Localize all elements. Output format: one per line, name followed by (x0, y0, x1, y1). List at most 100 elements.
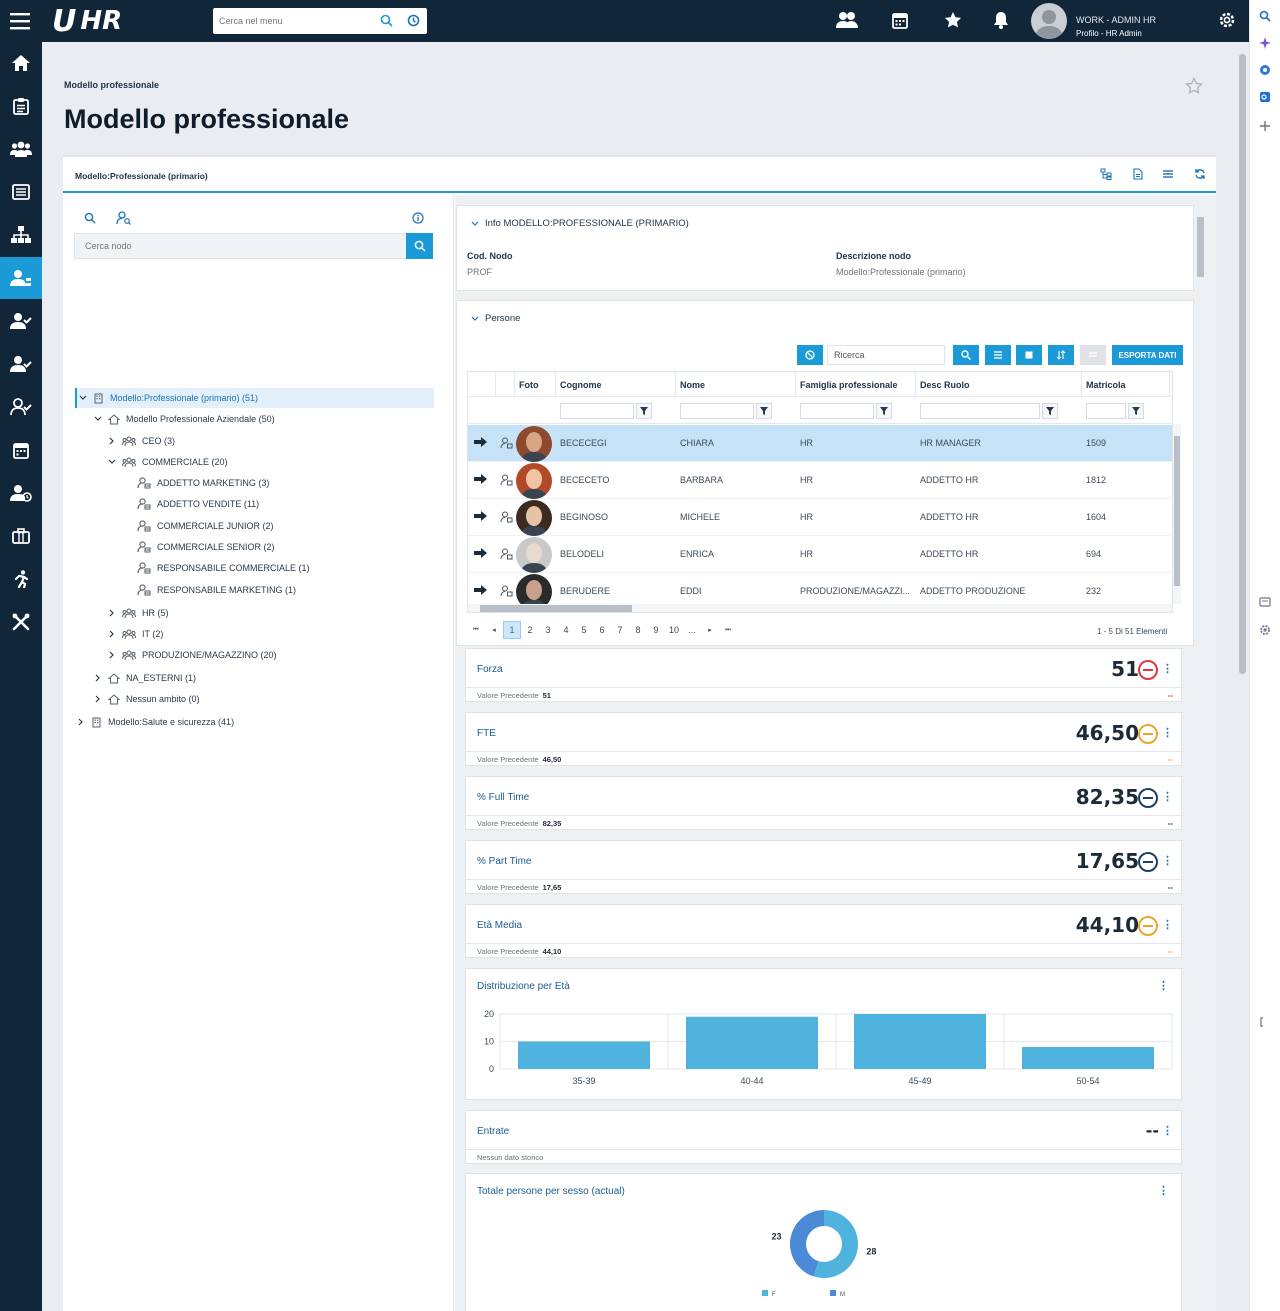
expand-icon[interactable] (1259, 1016, 1271, 1028)
sort-button[interactable] (1048, 345, 1074, 365)
legend-label[interactable]: M (840, 1292, 845, 1298)
filter-lines-icon[interactable] (1162, 168, 1174, 180)
page-button[interactable]: 9 (647, 621, 665, 639)
user-search-icon[interactable] (116, 211, 132, 225)
more-icon[interactable]: ⋮ (1162, 790, 1173, 803)
filter-input[interactable] (560, 403, 634, 419)
more-icon[interactable]: ⋮ (1162, 662, 1173, 675)
panel-icon[interactable] (1259, 596, 1271, 608)
tree-node[interactable]: HR (5) (106, 603, 169, 623)
tree-node[interactable]: RESPONSABILE COMMERCIALE (1) (121, 558, 310, 578)
menu-icon[interactable] (10, 12, 32, 30)
bar[interactable] (686, 1016, 818, 1069)
page-button[interactable]: 3 (539, 621, 557, 639)
filter-icon[interactable] (876, 403, 892, 419)
arrow-right-icon[interactable] (474, 437, 487, 447)
bell-icon[interactable] (993, 11, 1009, 29)
search-icon[interactable] (84, 212, 96, 224)
arrow-right-icon[interactable] (474, 511, 487, 521)
page-button[interactable]: 4 (557, 621, 575, 639)
history-icon[interactable] (407, 14, 420, 27)
gear-icon[interactable] (1218, 11, 1236, 29)
table-row[interactable]: BELODELI ENRICA HR ADDETTO HR 694 (468, 536, 1172, 573)
bar[interactable] (854, 1014, 986, 1069)
chevron-down-icon[interactable] (77, 395, 89, 401)
column-header[interactable]: Famiglia professionale (796, 372, 916, 396)
info-icon[interactable] (412, 212, 424, 224)
tree-node[interactable]: Modello:Salute e sicurezza (41) (75, 712, 234, 732)
column-header[interactable]: Matricola (1082, 372, 1170, 396)
filter-input[interactable] (800, 403, 874, 419)
hierarchy-icon[interactable] (1100, 168, 1112, 180)
tree-node[interactable]: COMMERCIALE (20) (106, 452, 228, 472)
breadcrumb[interactable]: Modello professionale (64, 80, 159, 90)
user-detail-icon[interactable] (500, 511, 513, 523)
document-icon[interactable] (1132, 168, 1144, 180)
export-button[interactable]: ESPORTA DATI (1112, 345, 1183, 365)
arrow-right-icon[interactable] (474, 474, 487, 484)
tree-node[interactable]: COMMERCIALE JUNIOR (2) (121, 516, 274, 536)
user-tree-icon[interactable] (0, 257, 42, 299)
filter-icon[interactable] (1042, 403, 1058, 419)
arrow-right-icon[interactable] (474, 548, 487, 558)
office-icon[interactable] (1259, 64, 1271, 76)
list-icon[interactable] (0, 171, 42, 213)
chevron-right-icon[interactable] (75, 718, 87, 726)
home-icon[interactable] (0, 42, 42, 84)
table-row[interactable]: BECECEGI CHIARA HR HR MANAGER 1509 (468, 425, 1172, 462)
user-review-icon[interactable] (0, 386, 42, 428)
column-header[interactable]: Cognome (556, 372, 676, 396)
filter-input[interactable] (1172, 403, 1173, 419)
tree-node[interactable]: Modello:Professionale (primario) (51) (75, 388, 434, 408)
column-header[interactable]: Età (1170, 372, 1172, 396)
grid-search-button[interactable] (953, 345, 979, 365)
select-all-button[interactable] (1016, 345, 1042, 365)
tree-node[interactable]: CEO (3) (106, 431, 175, 451)
chevron-right-icon[interactable] (106, 609, 118, 617)
user-detail-icon[interactable] (500, 585, 513, 597)
sparkle-icon[interactable] (1259, 37, 1271, 49)
tree-search-button[interactable] (406, 233, 433, 259)
more-icon[interactable]: ⋮ (1162, 854, 1173, 867)
briefcase-icon[interactable] (0, 515, 42, 557)
tools-icon[interactable] (0, 601, 42, 643)
chevron-right-icon[interactable] (92, 674, 104, 682)
prev-page-icon[interactable]: ◂ (485, 621, 503, 639)
add-icon[interactable] (1259, 120, 1271, 132)
tree-node[interactable]: IT (2) (106, 624, 163, 644)
tree-node[interactable]: Nessun ambito (0) (92, 689, 200, 709)
list-button[interactable] (1080, 345, 1106, 365)
page-scrollbar[interactable] (1237, 42, 1249, 1311)
chevron-right-icon[interactable] (106, 630, 118, 638)
clear-filter-button[interactable] (797, 345, 823, 365)
chevron-right-icon[interactable] (106, 437, 118, 445)
next-page-icon[interactable]: ▸ (701, 621, 719, 639)
tree-node[interactable]: COMMERCIALE SENIOR (2) (121, 537, 275, 557)
bar[interactable] (518, 1041, 650, 1070)
search-icon[interactable] (380, 14, 393, 27)
horizontal-scrollbar[interactable] (468, 604, 1172, 612)
grid-vertical-scrollbar[interactable] (1173, 424, 1181, 604)
filter-icon[interactable] (1128, 403, 1144, 419)
first-page-icon[interactable]: ⏮ (467, 621, 485, 639)
settings-icon[interactable] (1259, 624, 1271, 636)
user-clock-icon[interactable] (0, 472, 42, 514)
app-logo[interactable]: U HR (52, 4, 122, 39)
page-button[interactable]: 1 (503, 621, 521, 639)
page-button[interactable]: 7 (611, 621, 629, 639)
chevron-right-icon[interactable] (106, 651, 118, 659)
grid-search-input[interactable] (827, 345, 945, 365)
people-icon[interactable] (836, 11, 858, 29)
tree-node[interactable]: Modello Professionale Aziendale (50) (92, 409, 275, 429)
chevron-down-icon[interactable] (92, 416, 104, 422)
page-button[interactable]: ... (683, 621, 701, 639)
tree-node[interactable]: ADDETTO MARKETING (3) (121, 473, 269, 493)
running-icon[interactable] (0, 558, 42, 600)
star-icon[interactable] (944, 11, 962, 29)
detail-scrollbar[interactable] (1196, 205, 1205, 635)
column-header[interactable]: Desc Ruolo (916, 372, 1082, 396)
page-button[interactable]: 6 (593, 621, 611, 639)
chevron-down-icon[interactable] (106, 459, 118, 465)
tree-node[interactable]: NA_ESTERNI (1) (92, 668, 196, 688)
calendar-icon[interactable] (892, 11, 908, 29)
